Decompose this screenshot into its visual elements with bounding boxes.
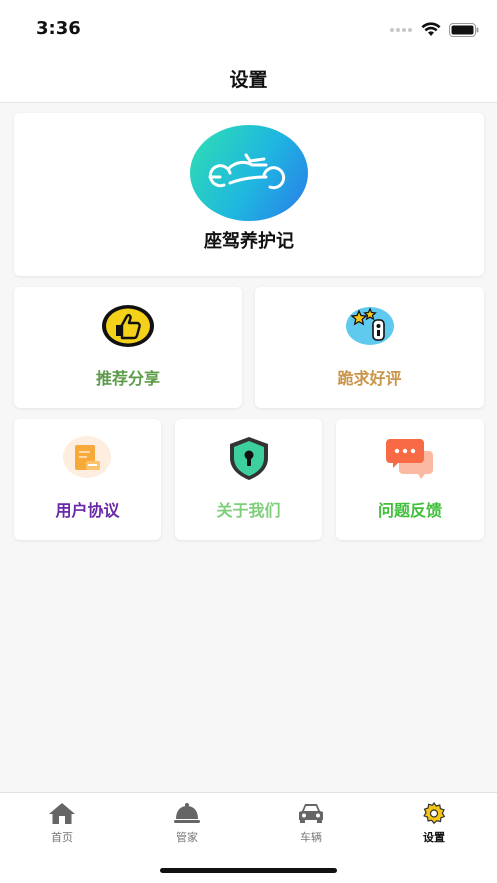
- home-icon: [49, 803, 75, 824]
- document-icon: [63, 436, 111, 478]
- about-us-label: 关于我们: [216, 501, 281, 520]
- tab-settings[interactable]: 设置: [389, 801, 479, 851]
- recommend-share-label: 推荐分享: [95, 369, 160, 388]
- rate-app-label: 跪求好评: [337, 369, 402, 388]
- rate-app-button[interactable]: 跪求好评: [255, 287, 484, 408]
- status-indicators: [389, 22, 479, 37]
- about-us-button[interactable]: 关于我们: [175, 419, 322, 540]
- feedback-button[interactable]: 问题反馈: [336, 419, 484, 540]
- stars-review-icon: [346, 307, 394, 345]
- tab-butler[interactable]: 管家: [142, 801, 232, 851]
- battery-icon: [449, 22, 479, 37]
- gear-icon: [423, 801, 446, 825]
- feedback-label: 问题反馈: [377, 501, 442, 520]
- shield-lock-icon: [230, 437, 268, 480]
- tab-butler-label: 管家: [176, 831, 198, 844]
- page-title: 设置: [229, 68, 268, 91]
- status-time: 3:36: [36, 18, 81, 39]
- home-indicator: [160, 868, 337, 873]
- chat-bubble-icon: [386, 439, 433, 479]
- user-agreement-button[interactable]: 用户协议: [14, 419, 161, 540]
- user-agreement-label: 用户协议: [55, 501, 120, 520]
- app-logo: [190, 125, 308, 221]
- tab-home-label: 首页: [51, 831, 73, 844]
- wifi-icon: [421, 22, 441, 36]
- thumbs-up-icon: [102, 305, 154, 347]
- signal-icon: [390, 27, 412, 32]
- nav-bar: 设置: [0, 58, 497, 103]
- butler-bell-icon: [174, 803, 200, 823]
- car-icon: [299, 804, 323, 823]
- tab-vehicle-label: 车辆: [300, 831, 322, 844]
- recommend-share-button[interactable]: 推荐分享: [14, 287, 242, 408]
- tab-vehicle[interactable]: 车辆: [266, 801, 356, 851]
- status-bar: 3:36: [0, 0, 497, 58]
- motorcycle-icon: [208, 153, 286, 190]
- tab-settings-label: 设置: [423, 831, 445, 844]
- tab-home[interactable]: 首页: [17, 801, 107, 851]
- app-logo-card: 座驾养护记: [14, 113, 484, 276]
- app-name: 座驾养护记: [204, 231, 294, 252]
